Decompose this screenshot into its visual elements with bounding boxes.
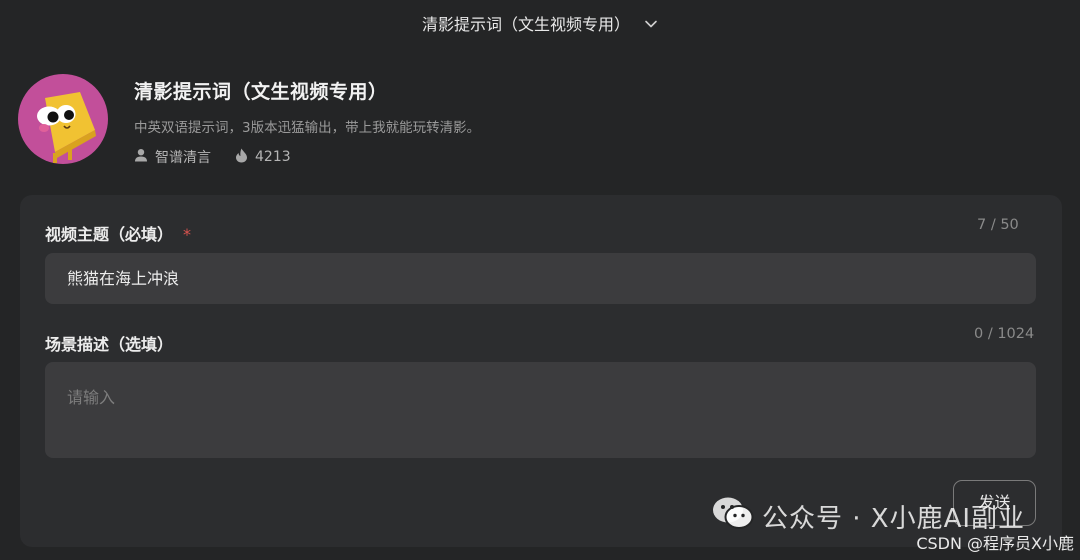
flame-icon: [235, 148, 255, 167]
user-icon: [134, 148, 155, 166]
heat-count: 4213: [255, 149, 291, 165]
agent-info: 清影提示词（文生视频专用） 中英双语提示词，3版本迅猛输出，带上我就能玩转清影。…: [134, 74, 480, 167]
required-mark: *: [183, 225, 192, 244]
agent-meta: 智谱清言 4213: [134, 147, 480, 167]
author-meta[interactable]: 智谱清言: [134, 147, 211, 167]
csdn-credit: CSDN @程序员X小鹿: [916, 534, 1074, 553]
topbar-title[interactable]: 清影提示词（文生视频专用）: [422, 11, 630, 35]
topic-counter: 7 / 50: [977, 217, 1019, 233]
author-name: 智谱清言: [155, 150, 211, 166]
wechat-icon: [712, 496, 762, 537]
heat-meta: 4213: [235, 148, 291, 167]
top-bar: 清影提示词（文生视频专用）: [0, 0, 1080, 46]
topic-label: 视频主题（必填） *: [45, 221, 191, 245]
topic-label-text: 视频主题（必填）: [45, 225, 174, 244]
scene-label: 场景描述（选填）: [45, 335, 174, 354]
avatar: [18, 74, 108, 164]
agent-header: 清影提示词（文生视频专用） 中英双语提示词，3版本迅猛输出，带上我就能玩转清影。…: [18, 74, 480, 167]
agent-name: 清影提示词（文生视频专用）: [134, 81, 388, 103]
chevron-down-icon[interactable]: [644, 16, 658, 30]
scene-textarea[interactable]: 请输入: [45, 362, 1036, 458]
topic-input[interactable]: 熊猫在海上冲浪: [45, 253, 1036, 304]
prompt-form: 视频主题（必填） * 7 / 50 熊猫在海上冲浪 场景描述（选填） 0 / 10…: [20, 195, 1062, 547]
agent-description: 中英双语提示词，3版本迅猛输出，带上我就能玩转清影。: [134, 120, 481, 136]
scene-counter: 0 / 1024: [974, 326, 1035, 342]
